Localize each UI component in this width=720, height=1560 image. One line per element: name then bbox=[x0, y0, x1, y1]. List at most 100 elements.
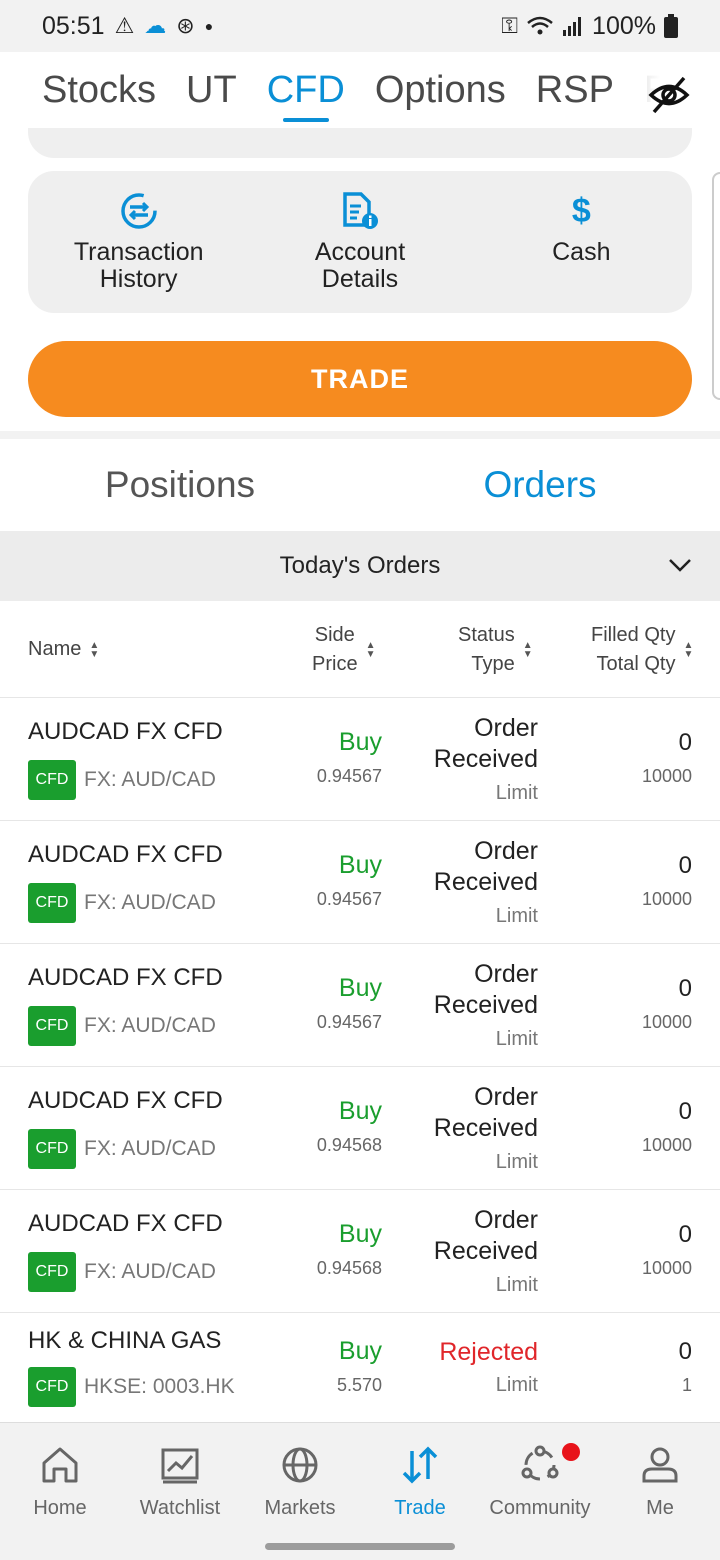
order-exchange: HKSE: 0003.HK bbox=[84, 1375, 235, 1398]
order-name: AUDCAD FX CFD bbox=[28, 841, 223, 868]
header-type-label: Type bbox=[471, 652, 515, 675]
orders-filter-dropdown[interactable]: Today's Orders bbox=[0, 531, 720, 601]
header-status-type[interactable]: Status Type ▲ ▼ bbox=[458, 601, 533, 698]
nav-home[interactable]: Home bbox=[0, 1423, 120, 1560]
order-row[interactable]: AUDCAD FX CFD CFD FX: AUD/CAD Buy 0.9456… bbox=[0, 698, 720, 821]
order-row[interactable]: AUDCAD FX CFD CFD FX: AUD/CAD Buy 0.9456… bbox=[0, 1190, 720, 1313]
tab-positions[interactable]: Positions bbox=[0, 439, 360, 531]
side-panel-handle[interactable] bbox=[712, 172, 720, 400]
sort-icon: ▲ ▼ bbox=[522, 639, 533, 660]
order-row[interactable]: HK & CHINA GAS CFD HKSE: 0003.HK Buy 5.5… bbox=[0, 1313, 720, 1422]
order-exchange: FX: AUD/CAD bbox=[84, 768, 216, 791]
header-side-label: Side bbox=[314, 623, 355, 646]
nav-community[interactable]: Community bbox=[480, 1423, 600, 1560]
cash-button[interactable]: $ Cash bbox=[471, 171, 692, 313]
order-price: 0.94567 bbox=[316, 766, 382, 786]
transaction-history-label: Transaction History bbox=[73, 238, 204, 293]
order-filled-qty: 0 bbox=[678, 729, 692, 756]
order-price: 0.94567 bbox=[316, 1012, 382, 1032]
nav-trade-label: Trade bbox=[394, 1497, 446, 1519]
order-exchange: FX: AUD/CAD bbox=[84, 1137, 216, 1160]
sort-icon: ▲ ▼ bbox=[683, 639, 694, 660]
order-total-qty: 10000 bbox=[641, 1135, 692, 1155]
account-details-button[interactable]: Account Details bbox=[249, 171, 470, 313]
tab-rsp[interactable]: RSP bbox=[536, 69, 614, 112]
signal-icon bbox=[563, 17, 582, 36]
hide-eye-icon[interactable] bbox=[648, 74, 690, 116]
order-price: 0.94568 bbox=[316, 1258, 382, 1278]
product-tabs: Stocks UT CFD Options RSP F bbox=[0, 52, 720, 128]
order-status: Order Received bbox=[433, 714, 538, 773]
dollar-icon: $ bbox=[571, 191, 591, 230]
nav-watchlist[interactable]: Watchlist bbox=[120, 1423, 240, 1560]
order-side: Buy bbox=[338, 728, 382, 756]
order-price: 5.570 bbox=[336, 1375, 382, 1395]
globe-icon bbox=[282, 1447, 318, 1483]
nav-trade[interactable]: Trade bbox=[360, 1423, 480, 1560]
sort-icon: ▲ ▼ bbox=[89, 639, 100, 660]
order-type: Limit bbox=[495, 1374, 538, 1396]
header-name-label: Name bbox=[28, 638, 82, 660]
tab-cfd[interactable]: CFD bbox=[267, 69, 345, 122]
order-type: Limit bbox=[495, 1151, 538, 1173]
home-gesture-bar[interactable] bbox=[265, 1543, 455, 1550]
order-total-qty: 10000 bbox=[641, 766, 692, 786]
header-filled-qty-label: Filled Qty bbox=[591, 623, 676, 646]
header-price-label: Price bbox=[312, 652, 358, 675]
sort-icon: ▲ ▼ bbox=[365, 639, 376, 660]
nav-watchlist-label: Watchlist bbox=[139, 1497, 221, 1519]
order-total-qty: 10000 bbox=[641, 1258, 692, 1278]
tab-ut[interactable]: UT bbox=[186, 69, 237, 112]
home-icon bbox=[42, 1447, 78, 1483]
positions-orders-tabs: Positions Orders bbox=[0, 439, 720, 531]
tab-options[interactable]: Options bbox=[375, 69, 506, 112]
order-total-qty: 1 bbox=[681, 1375, 692, 1395]
community-icon bbox=[521, 1445, 559, 1481]
order-status: Order Received bbox=[433, 960, 538, 1019]
order-name: AUDCAD FX CFD bbox=[28, 964, 223, 991]
chevron-down-icon bbox=[669, 559, 691, 572]
order-row[interactable]: AUDCAD FX CFD CFD FX: AUD/CAD Buy 0.9456… bbox=[0, 944, 720, 1067]
compass-icon: ⊛ bbox=[176, 13, 195, 38]
order-row[interactable]: AUDCAD FX CFD CFD FX: AUD/CAD Buy 0.9456… bbox=[0, 821, 720, 944]
cloud-icon: ☁ bbox=[144, 13, 167, 38]
order-filled-qty: 0 bbox=[678, 1098, 692, 1125]
orders-table-header: Name ▲ ▼ Side Price ▲ ▼ Status Type ▲ ▼ Fil… bbox=[0, 601, 720, 698]
header-name[interactable]: Name ▲ ▼ bbox=[28, 601, 99, 698]
bottom-navigation: Home Watchlist Markets Trade Community M… bbox=[0, 1422, 720, 1560]
order-total-qty: 10000 bbox=[641, 1012, 692, 1032]
order-status: Rejected bbox=[439, 1338, 538, 1366]
orders-filter-label: Today's Orders bbox=[279, 552, 441, 579]
status-time: 05:51 bbox=[42, 11, 105, 40]
order-side: Buy bbox=[338, 851, 382, 879]
user-icon bbox=[642, 1447, 678, 1483]
tab-stocks[interactable]: Stocks bbox=[42, 69, 156, 112]
section-divider bbox=[0, 431, 720, 439]
header-total-qty-label: Total Qty bbox=[596, 652, 676, 675]
order-exchange: FX: AUD/CAD bbox=[84, 1014, 216, 1037]
warning-icon: ⚠ bbox=[114, 13, 135, 38]
nav-home-label: Home bbox=[33, 1497, 87, 1519]
battery-percent: 100% bbox=[592, 11, 656, 40]
header-qty[interactable]: Filled Qty Total Qty ▲ ▼ bbox=[591, 601, 693, 698]
nav-markets[interactable]: Markets bbox=[240, 1423, 360, 1560]
order-row[interactable]: AUDCAD FX CFD CFD FX: AUD/CAD Buy 0.9456… bbox=[0, 1067, 720, 1190]
order-price: 0.94568 bbox=[316, 1135, 382, 1155]
header-side-price[interactable]: Side Price ▲ ▼ bbox=[312, 601, 375, 698]
order-status: Order Received bbox=[433, 837, 538, 896]
order-name: HK & CHINA GAS bbox=[28, 1327, 222, 1354]
order-type: Limit bbox=[495, 1028, 538, 1050]
order-filled-qty: 0 bbox=[678, 1221, 692, 1248]
account-summary-card bbox=[28, 128, 692, 158]
quick-actions-card: Transaction History Account Details $ Ca… bbox=[28, 171, 692, 313]
order-price: 0.94567 bbox=[316, 889, 382, 909]
nav-me[interactable]: Me bbox=[600, 1423, 720, 1560]
order-total-qty: 10000 bbox=[641, 889, 692, 909]
key-icon: ⚿ bbox=[501, 13, 519, 38]
transaction-history-button[interactable]: Transaction History bbox=[28, 171, 249, 313]
battery-icon bbox=[664, 14, 678, 38]
chart-icon bbox=[161, 1448, 199, 1484]
order-filled-qty: 0 bbox=[678, 1338, 692, 1365]
trade-button[interactable]: TRADE bbox=[28, 341, 692, 417]
tab-orders[interactable]: Orders bbox=[360, 439, 720, 531]
